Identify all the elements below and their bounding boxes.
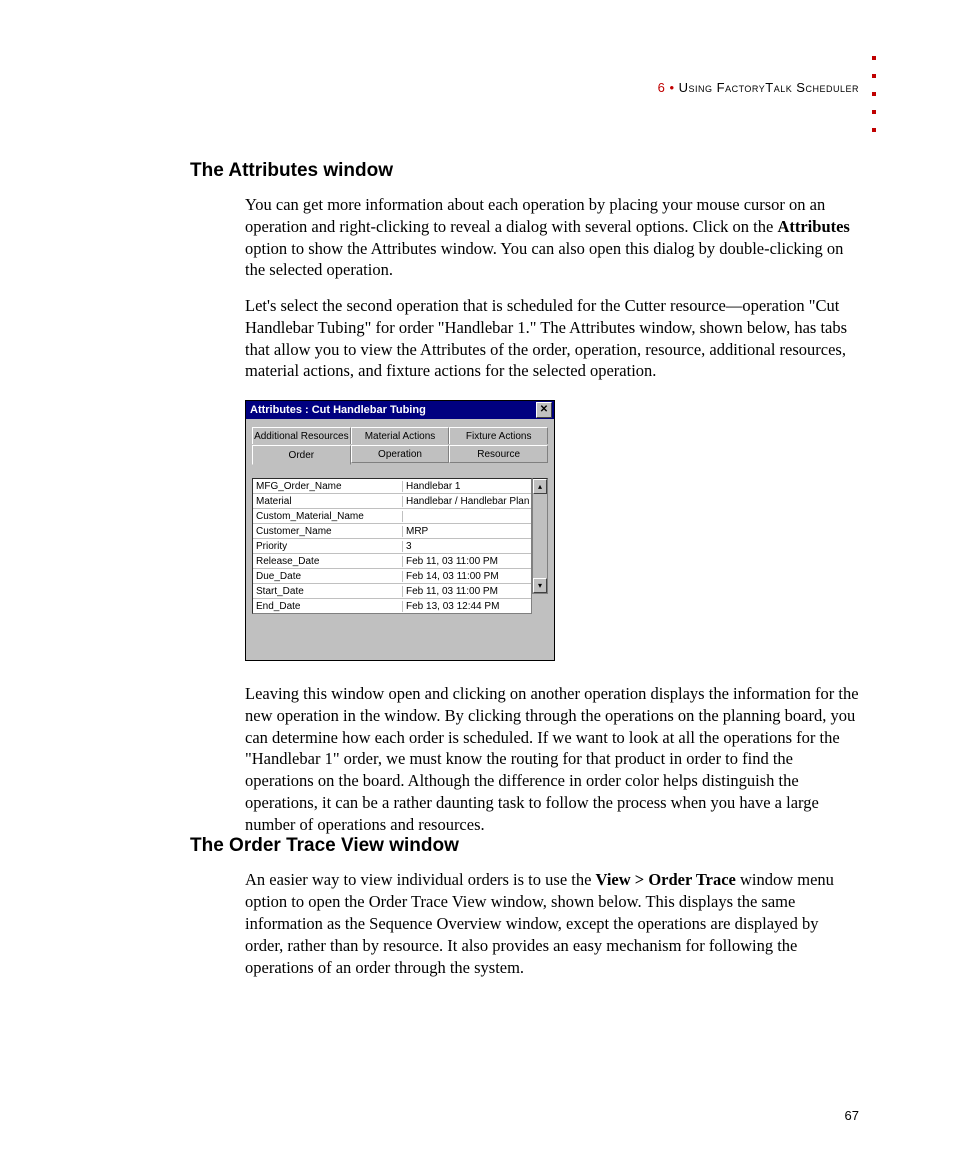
page-number: 67 bbox=[845, 1108, 859, 1123]
grid-row[interactable]: Due_DateFeb 14, 03 11:00 PM bbox=[253, 569, 531, 584]
grid-value[interactable]: 3 bbox=[403, 541, 531, 552]
grid-value[interactable]: Feb 14, 03 11:00 PM bbox=[403, 571, 531, 582]
scroll-down-button[interactable]: ▾ bbox=[533, 578, 547, 593]
content-area: The Attributes window You can get more i… bbox=[190, 160, 860, 978]
grid-row[interactable]: Start_DateFeb 11, 03 11:00 PM bbox=[253, 584, 531, 599]
close-button[interactable]: ✕ bbox=[536, 402, 552, 418]
grid-row[interactable]: MaterialHandlebar / Handlebar Plan bbox=[253, 494, 531, 509]
grid-value[interactable]: Handlebar / Handlebar Plan bbox=[403, 496, 531, 507]
grid-label: Start_Date bbox=[253, 586, 403, 597]
paragraph: You can get more information about each … bbox=[245, 194, 860, 281]
grid-label: Release_Date bbox=[253, 556, 403, 567]
dot-icon bbox=[872, 56, 876, 60]
vertical-scrollbar[interactable]: ▴ ▾ bbox=[532, 478, 548, 594]
body-text: You can get more information about each … bbox=[245, 194, 860, 382]
grid-value[interactable]: Feb 11, 03 11:00 PM bbox=[403, 556, 531, 567]
chapter-title: Using FactoryTalk Scheduler bbox=[679, 80, 859, 95]
grid-value[interactable]: Feb 11, 03 11:00 PM bbox=[403, 586, 531, 597]
tab-additional-resources[interactable]: Additional Resources bbox=[252, 427, 351, 444]
paragraph: An easier way to view individual orders … bbox=[245, 869, 860, 978]
decorative-dots bbox=[872, 56, 876, 132]
dot-icon bbox=[872, 92, 876, 96]
grid-label: End_Date bbox=[253, 601, 403, 612]
page: 6 • Using FactoryTalk Scheduler The Attr… bbox=[0, 0, 954, 1163]
grid-label: Priority bbox=[253, 541, 403, 552]
grid-row[interactable]: Customer_NameMRP bbox=[253, 524, 531, 539]
tab-fixture-actions[interactable]: Fixture Actions bbox=[449, 427, 548, 444]
grid-row[interactable]: Release_DateFeb 11, 03 11:00 PM bbox=[253, 554, 531, 569]
tab-strip: Additional Resources Material Actions Fi… bbox=[252, 427, 548, 464]
body-text: Leaving this window open and clicking on… bbox=[245, 683, 860, 835]
grid-label: Custom_Material_Name bbox=[253, 511, 403, 522]
dialog-title: Attributes : Cut Handlebar Tubing bbox=[250, 404, 426, 416]
dot-icon bbox=[872, 128, 876, 132]
dialog-padding bbox=[252, 614, 548, 654]
grid-row[interactable]: Custom_Material_Name bbox=[253, 509, 531, 524]
tab-operation[interactable]: Operation bbox=[351, 445, 450, 463]
dialog-body: Additional Resources Material Actions Fi… bbox=[246, 419, 554, 660]
paragraph: Let's select the second operation that i… bbox=[245, 295, 860, 382]
dot-icon bbox=[872, 110, 876, 114]
tab-order[interactable]: Order bbox=[252, 445, 351, 465]
body-text: An easier way to view individual orders … bbox=[245, 869, 860, 978]
grid-value[interactable]: MRP bbox=[403, 526, 531, 537]
grid-value[interactable]: Feb 13, 03 12:44 PM bbox=[403, 601, 531, 612]
grid-row[interactable]: MFG_Order_NameHandlebar 1 bbox=[253, 479, 531, 494]
grid-label: Customer_Name bbox=[253, 526, 403, 537]
scroll-up-button[interactable]: ▴ bbox=[533, 479, 547, 494]
section-heading-attributes: The Attributes window bbox=[190, 160, 860, 182]
grid-value[interactable]: Handlebar 1 bbox=[403, 481, 531, 492]
dot-icon bbox=[872, 74, 876, 78]
header-separator: • bbox=[665, 80, 678, 95]
running-header: 6 • Using FactoryTalk Scheduler bbox=[658, 80, 859, 95]
grid-row[interactable]: End_DateFeb 13, 03 12:44 PM bbox=[253, 599, 531, 613]
grid-label: Due_Date bbox=[253, 571, 403, 582]
grid-label: MFG_Order_Name bbox=[253, 481, 403, 492]
grid-row[interactable]: Priority3 bbox=[253, 539, 531, 554]
paragraph: Leaving this window open and clicking on… bbox=[245, 683, 860, 835]
tab-resource[interactable]: Resource bbox=[449, 445, 548, 463]
grid-label: Material bbox=[253, 496, 403, 507]
attributes-dialog-figure: Attributes : Cut Handlebar Tubing ✕ Addi… bbox=[245, 400, 555, 661]
dialog-titlebar[interactable]: Attributes : Cut Handlebar Tubing ✕ bbox=[246, 401, 554, 419]
property-grid[interactable]: MFG_Order_NameHandlebar 1 MaterialHandle… bbox=[252, 478, 532, 614]
section-heading-order-trace: The Order Trace View window bbox=[190, 835, 860, 857]
tab-row-front: Order Operation Resource bbox=[252, 445, 548, 465]
tab-material-actions[interactable]: Material Actions bbox=[351, 427, 450, 444]
tab-row-back: Additional Resources Material Actions Fi… bbox=[252, 427, 548, 444]
property-grid-wrap: MFG_Order_NameHandlebar 1 MaterialHandle… bbox=[252, 478, 548, 614]
